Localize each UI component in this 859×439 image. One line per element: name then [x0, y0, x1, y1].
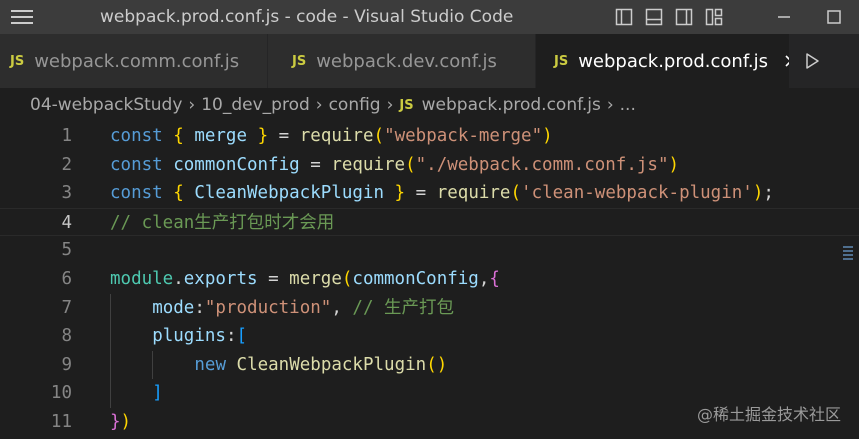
code-line[interactable]: 8 plugins:[: [0, 322, 859, 351]
sidebar-right-icon: [675, 8, 693, 26]
toggle-primary-sidebar-button[interactable]: [609, 0, 639, 34]
code-text: const commonConfig = require("./webpack.…: [110, 154, 680, 175]
line-number: 5: [61, 240, 72, 261]
code-line[interactable]: 5: [0, 236, 859, 265]
code-text: const { merge } = require("webpack-merge…: [110, 126, 553, 146]
code-line[interactable]: 7 mode:"production", // 生产打包: [0, 293, 859, 323]
code-text: new CleanWebpackPlugin(): [194, 354, 448, 375]
line-number: 11: [50, 411, 72, 432]
tab-webpack-dev-conf[interactable]: JS webpack.dev.conf.js: [268, 34, 536, 88]
chevron-right-icon: ›: [606, 95, 614, 115]
line-number: 2: [61, 154, 72, 175]
toggle-secondary-sidebar-button[interactable]: [669, 0, 699, 34]
toggle-panel-button[interactable]: [639, 0, 669, 34]
code-text: plugins:[: [152, 326, 248, 347]
chevron-right-icon: ›: [315, 95, 323, 115]
line-number: 1: [61, 126, 72, 146]
line-number: 6: [61, 268, 72, 289]
code-text: ]: [152, 383, 163, 404]
code-text: mode:"production", // 生产打包: [152, 297, 455, 318]
minimize-icon: [778, 16, 790, 18]
breadcrumb-item-file[interactable]: webpack.prod.conf.js: [422, 95, 601, 115]
js-file-icon: JS: [10, 53, 25, 69]
breadcrumb-item-folder[interactable]: 10_dev_prod: [201, 95, 310, 115]
line-number: 10: [50, 383, 72, 404]
line-number: 3: [61, 183, 72, 204]
tab-bar: JS webpack.comm.conf.js JS webpack.dev.c…: [0, 34, 859, 88]
tab-label: webpack.comm.conf.js: [34, 50, 240, 72]
js-file-icon: JS: [554, 53, 569, 69]
code-editor[interactable]: 1 const { merge } = require("webpack-merg…: [0, 122, 859, 439]
play-icon: [806, 53, 819, 69]
customize-layout-button[interactable]: [699, 0, 729, 34]
code-line[interactable]: 2 const commonConfig = require("./webpack…: [0, 151, 859, 180]
window-title: webpack.prod.conf.js - code - Visual Stu…: [100, 7, 514, 27]
js-file-icon: JS: [399, 97, 414, 113]
line-number: 7: [61, 297, 72, 318]
tab-webpack-comm-conf[interactable]: JS webpack.comm.conf.js: [0, 34, 268, 88]
maximize-button[interactable]: [809, 0, 859, 34]
line-number: 8: [61, 326, 72, 347]
layout-grid-icon: [705, 8, 723, 26]
chevron-right-icon: ›: [386, 95, 394, 115]
tab-webpack-prod-conf[interactable]: JS webpack.prod.conf.js: [536, 34, 802, 88]
line-number: 4: [61, 212, 72, 233]
line-number: 9: [61, 354, 72, 375]
code-line[interactable]: 6 module.exports = merge(commonConfig,{: [0, 265, 859, 294]
code-text: const { CleanWebpackPlugin } = require('…: [110, 183, 774, 204]
title-bar: webpack.prod.conf.js - code - Visual Stu…: [0, 0, 859, 34]
chevron-right-icon: ›: [188, 95, 196, 115]
minimap[interactable]: [843, 246, 853, 264]
tab-label: webpack.prod.conf.js: [578, 50, 768, 72]
menu-button[interactable]: [0, 0, 44, 34]
run-button[interactable]: [789, 34, 859, 88]
tab-label: webpack.dev.conf.js: [316, 50, 497, 72]
breadcrumb-item-folder[interactable]: config: [329, 95, 381, 115]
minimize-button[interactable]: [759, 0, 809, 34]
maximize-icon: [827, 10, 841, 24]
sidebar-left-icon: [615, 8, 633, 26]
breadcrumb-item-folder[interactable]: 04-webpackStudy: [30, 95, 182, 115]
breadcrumb: 04-webpackStudy › 10_dev_prod › config ›…: [0, 88, 859, 122]
breadcrumb-item-symbols[interactable]: ...: [620, 95, 636, 115]
code-text: // clean生产打包时才会用: [110, 212, 335, 233]
code-text: module.exports = merge(commonConfig,{: [110, 268, 500, 289]
code-line[interactable]: 9 new CleanWebpackPlugin(): [0, 350, 859, 380]
panel-bottom-icon: [645, 8, 663, 26]
code-line[interactable]: 4 // clean生产打包时才会用: [0, 207, 859, 237]
code-line[interactable]: 3 const { CleanWebpackPlugin } = require(…: [0, 179, 859, 208]
code-text: }): [110, 411, 132, 432]
js-file-icon: JS: [292, 53, 307, 69]
hamburger-icon: [11, 6, 33, 28]
watermark-text: @稀土掘金技术社区: [696, 405, 841, 424]
code-line[interactable]: 1 const { merge } = require("webpack-merg…: [0, 122, 859, 151]
